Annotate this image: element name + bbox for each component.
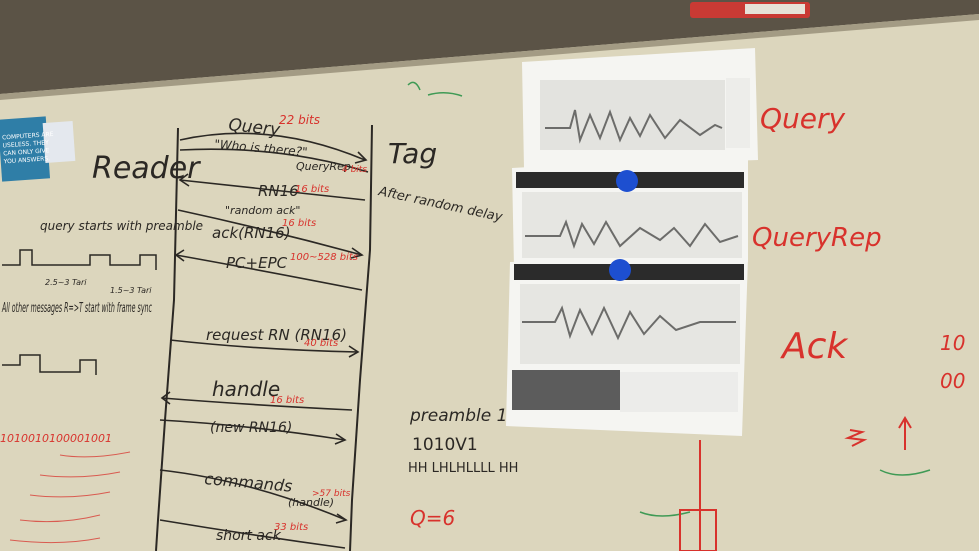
magnet-2: [609, 259, 631, 281]
printout-2: [512, 155, 748, 268]
msg-handle-bits: 16 bits: [270, 395, 304, 406]
msg-commands-bits: >57 bits: [312, 489, 351, 499]
msg-shortack-label: short ack: [216, 528, 282, 544]
hl-line: HH LHLHLLLL HH: [408, 461, 518, 476]
timing-1: 2.5~3 Tari: [45, 278, 87, 287]
timing-2: 1.5~3 Tari: [110, 286, 152, 295]
magnet-1: [616, 170, 638, 192]
far-right-1: 10: [940, 331, 965, 355]
right-label-ack: Ack: [780, 326, 849, 367]
msg-handle-note: (new RN16): [210, 420, 292, 436]
marker-on-ledge: [690, 2, 810, 18]
msg-query-bits: 22 bits: [279, 113, 320, 127]
right-label-queryrep: QueryRep: [752, 223, 882, 253]
binary-string: 1010010100001001: [0, 432, 112, 445]
bits-line: 1010V1: [412, 435, 478, 455]
other-messages-note: All other messages R=>T start with frame…: [2, 301, 152, 316]
preamble-note: query starts with preamble: [40, 219, 203, 233]
msg-ack-label: ack(RN16): [212, 224, 291, 242]
msg-ack-bits: 16 bits: [282, 218, 316, 229]
printout-3: [506, 258, 748, 436]
msg-reqrn-bits: 40 bits: [304, 338, 338, 349]
msg-rn16-bits: 16 bits: [295, 184, 329, 195]
msg-pcepc-bits: 100~528 bits: [290, 252, 358, 263]
far-right-2: 00: [940, 369, 965, 393]
printout-1: [522, 48, 758, 168]
q-value: Q=6: [410, 506, 455, 530]
tag-label: Tag: [388, 137, 437, 170]
photo-scene: COMPUTERS ARE USELESS. THEY CAN ONLY GIV…: [0, 0, 979, 551]
right-label-query: Query: [760, 102, 846, 135]
msg-shortack-bits: 33 bits: [274, 522, 308, 533]
msg-rn16-note: "random ack": [225, 204, 300, 217]
msg-pcepc-label: PC+EPC: [226, 254, 288, 272]
msg-rn16-label: RN16: [258, 182, 299, 200]
msg-queryrep-bits: 4 bits: [342, 165, 367, 175]
